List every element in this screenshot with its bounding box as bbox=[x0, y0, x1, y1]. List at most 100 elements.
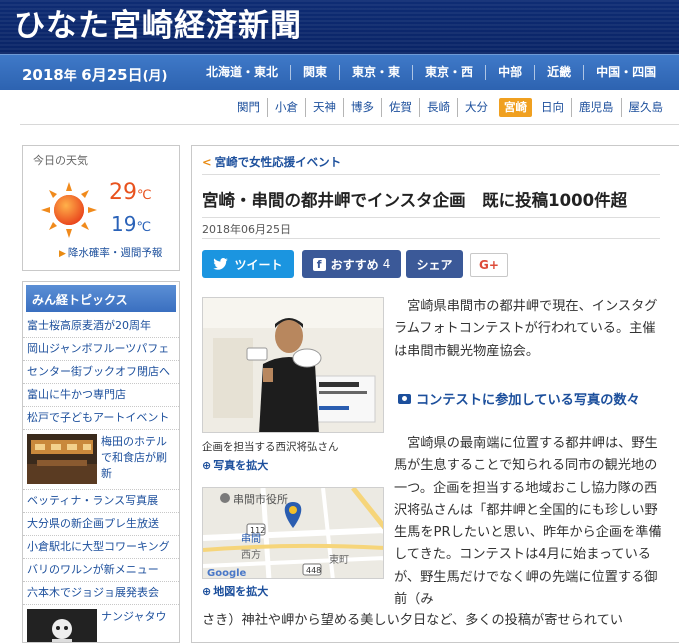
google-plus-icon: G+ bbox=[479, 258, 499, 272]
breadcrumb[interactable]: < 宮崎で女性応援イベント bbox=[202, 154, 341, 170]
recommend-button[interactable]: f おすすめ 4 bbox=[302, 250, 401, 278]
city-link[interactable]: 博多 bbox=[343, 98, 381, 117]
site-title[interactable]: ひなた宮崎経済新聞 bbox=[14, 6, 302, 46]
city-link[interactable]: 小倉 bbox=[267, 98, 305, 117]
article-map[interactable]: 112 448 串間市役所 串間 西方 東町 Google bbox=[202, 487, 384, 579]
topic-thumbnail bbox=[27, 609, 97, 642]
city-link[interactable]: 佐賀 bbox=[381, 98, 419, 117]
city-link[interactable]: 日向 bbox=[534, 98, 571, 117]
arrow-right-icon: ▶ bbox=[59, 249, 66, 259]
city-nav: 関門 小倉 天神 博多 佐賀 長崎 大分 宮崎 日向 鹿児島 屋久島 bbox=[230, 98, 670, 117]
camera-icon bbox=[398, 394, 411, 404]
tweet-button[interactable]: ツイート bbox=[202, 250, 294, 278]
map-google-label: Google bbox=[207, 568, 247, 579]
map-zoom-label: 地図を拡大 bbox=[213, 585, 269, 598]
city-link[interactable]: 屋久島 bbox=[620, 98, 671, 117]
topic-link-label: 梅田のホテルで和食店が刷新 bbox=[101, 435, 167, 480]
forecast-link[interactable]: ▶ 降水確率・週間予報 bbox=[59, 245, 162, 260]
city-link[interactable]: 天神 bbox=[305, 98, 343, 117]
article-body: 宮崎県の最南端に位置する都井岬は、野生馬が生息することで知られる同市の観光地の一… bbox=[394, 436, 662, 608]
topic-link[interactable]: 小倉駅北に大型コワーキング bbox=[23, 536, 179, 559]
topic-link-label: ナンジャタウ bbox=[101, 610, 167, 623]
twitter-bird-icon bbox=[213, 258, 229, 270]
topic-link[interactable]: 松戸で子どもアートイベント bbox=[23, 407, 179, 430]
article-photo[interactable] bbox=[202, 297, 384, 433]
breadcrumb-label: 宮崎で女性応援イベント bbox=[214, 155, 342, 169]
map-west-label: 西方 bbox=[241, 548, 261, 561]
region-bar: 2018年 6月25日(月) 北海道・東北 関東 東京・東 東京・西 中部 近畿… bbox=[0, 54, 679, 90]
topic-link-with-image[interactable]: 梅田のホテルで和食店が刷新 bbox=[23, 430, 179, 490]
map-image: 112 448 串間市役所 串間 西方 東町 Google bbox=[203, 488, 383, 579]
zoom-in-icon: ⊕ bbox=[202, 459, 212, 472]
topic-link[interactable]: 六本木でジョジョ展発表会 bbox=[23, 582, 179, 605]
map-zoom-link[interactable]: ⊕ 地図を拡大 bbox=[202, 583, 268, 599]
google-plus-button[interactable]: G+ bbox=[470, 253, 508, 277]
subheading-label: コンテストに参加している写真の数々 bbox=[416, 393, 640, 408]
city-link[interactable]: 大分 bbox=[457, 98, 495, 117]
facebook-icon: f bbox=[312, 257, 326, 271]
temp-low-value: 19 bbox=[111, 212, 137, 236]
zoom-in-icon: ⊕ bbox=[202, 585, 212, 598]
topic-link[interactable]: ベッティナ・ランス写真展 bbox=[23, 490, 179, 513]
tweet-button-label: ツイート bbox=[234, 257, 283, 272]
share-button[interactable]: シェア bbox=[406, 250, 463, 278]
weather-heading: 今日の天気 bbox=[33, 154, 88, 167]
article-date: 2018年06月25日 bbox=[202, 223, 291, 236]
topic-link-with-image[interactable]: ナンジャタウ bbox=[23, 605, 179, 642]
topic-thumbnail bbox=[27, 434, 97, 484]
region-link[interactable]: 北海道・東北 bbox=[196, 65, 290, 80]
date-year-suffix: 年 bbox=[63, 69, 77, 84]
photo-image bbox=[203, 298, 383, 432]
topic-link[interactable]: 富山に牛かつ専門店 bbox=[23, 384, 179, 407]
nav-divider bbox=[20, 124, 679, 125]
region-link[interactable]: 東京・東 bbox=[339, 65, 412, 80]
topics-widget: みん経トピックス 富士桜高原麦酒が20周年 岡山ジャンボフルーツパフェ センター… bbox=[22, 281, 180, 643]
map-east-label: 東町 bbox=[329, 553, 349, 566]
site-header: ひなた宮崎経済新聞 bbox=[0, 0, 679, 54]
topic-link[interactable]: 岡山ジャンボフルーツパフェ bbox=[23, 338, 179, 361]
weather-widget: 今日の天気 29℃ 19℃ ▶ 降水確率・週間予報 bbox=[22, 145, 180, 271]
topic-link[interactable]: センター街ブックオフ閉店へ bbox=[23, 361, 179, 384]
region-link[interactable]: 中国・四国 bbox=[583, 65, 668, 80]
topic-link[interactable]: 大分県の新企画プレ生放送 bbox=[23, 513, 179, 536]
sun-icon bbox=[41, 182, 97, 238]
current-date: 2018年 6月25日(月) bbox=[22, 64, 168, 85]
temp-high: 29℃ bbox=[109, 180, 152, 209]
region-link[interactable]: 東京・西 bbox=[412, 65, 485, 80]
city-link[interactable]: 鹿児島 bbox=[571, 98, 621, 117]
divider bbox=[202, 174, 660, 175]
photo-zoom-label: 写真を拡大 bbox=[213, 459, 269, 472]
city-link[interactable]: 長崎 bbox=[419, 98, 457, 117]
map-city-hall-label: 串間市役所 bbox=[233, 492, 288, 506]
date-day-of-week: (月) bbox=[142, 69, 168, 84]
recommend-count: 4 bbox=[382, 257, 391, 271]
divider bbox=[202, 238, 660, 239]
region-link[interactable]: 関東 bbox=[290, 65, 339, 80]
temp-unit: ℃ bbox=[136, 220, 152, 235]
temp-high-value: 29 bbox=[109, 180, 137, 205]
divider bbox=[202, 217, 660, 218]
photo-zoom-link[interactable]: ⊕ 写真を拡大 bbox=[202, 457, 268, 473]
article-body-continued: さき）神社や岬から望める美しい夕日など、多くの投稿が寄せられてい bbox=[202, 613, 623, 628]
city-link-active[interactable]: 宮崎 bbox=[499, 98, 532, 117]
map-station-label: 串間 bbox=[241, 533, 261, 545]
article-subheading: コンテストに参加している写真の数々 bbox=[398, 389, 640, 408]
photo-caption: 企画を担当する西沢将弘さん bbox=[202, 441, 339, 453]
topic-link[interactable]: バリのワルンが新メニュー bbox=[23, 559, 179, 582]
date-month-day: 6月25日 bbox=[81, 66, 143, 84]
region-link[interactable]: 近畿 bbox=[534, 65, 583, 80]
chevron-left-icon: < bbox=[202, 155, 212, 169]
topic-link[interactable]: 富士桜高原麦酒が20周年 bbox=[23, 315, 179, 338]
region-link[interactable]: 中部 bbox=[485, 65, 534, 80]
city-link[interactable]: 関門 bbox=[230, 98, 267, 117]
recommend-button-label: おすすめ bbox=[330, 257, 379, 272]
forecast-link-label: 降水確率・週間予報 bbox=[67, 247, 163, 259]
temp-low: 19℃ bbox=[111, 212, 151, 240]
article: < 宮崎で女性応援イベント 宮崎・串間の都井岬でインスタ企画 既に投稿1000件超… bbox=[191, 145, 679, 643]
map-route-448: 448 bbox=[306, 566, 321, 575]
article-lead: 宮崎県串間市の都井岬で現在、インスタグラムフォトコンテストが行われている。主催は… bbox=[394, 299, 658, 359]
date-year: 2018 bbox=[22, 66, 64, 84]
article-headline: 宮崎・串間の都井岬でインスタ企画 既に投稿1000件超 bbox=[202, 191, 628, 210]
temp-unit: ℃ bbox=[137, 188, 152, 203]
topics-heading: みん経トピックス bbox=[26, 285, 176, 312]
